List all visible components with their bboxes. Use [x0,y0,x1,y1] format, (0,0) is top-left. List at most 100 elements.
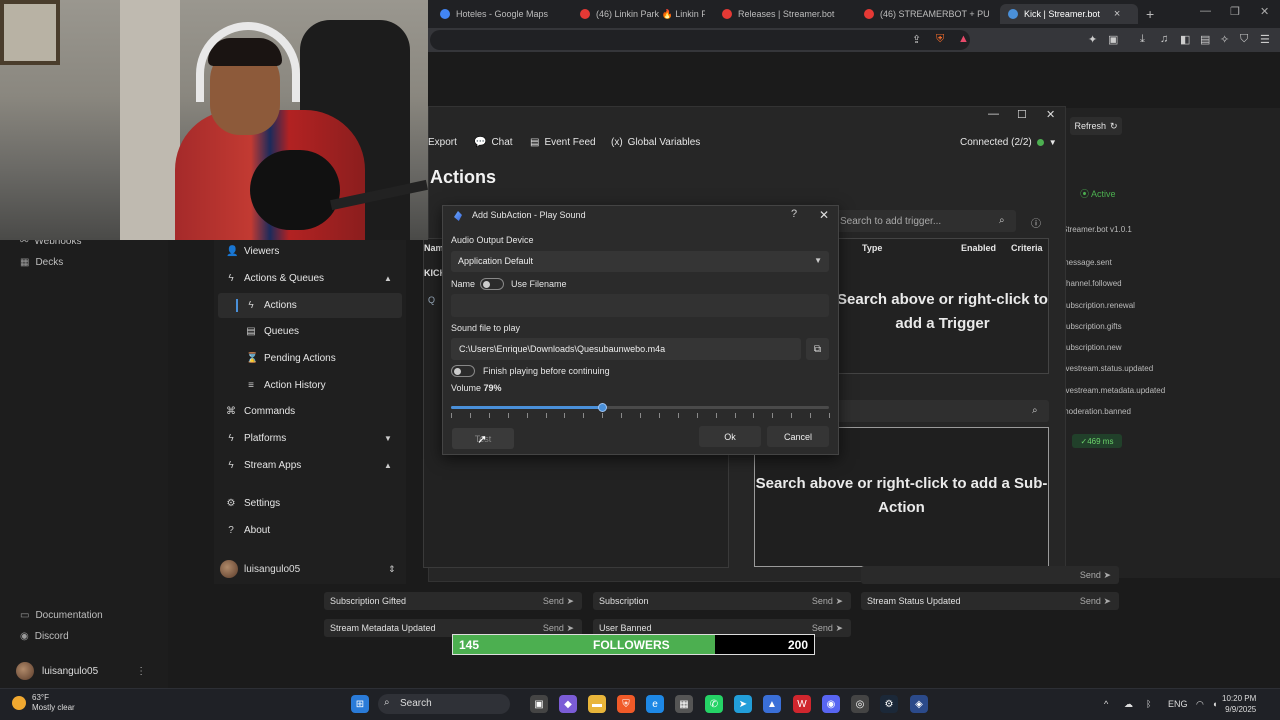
tray-icon[interactable]: ☁ [1124,699,1133,710]
sidebar-item-actions-queues[interactable]: ϟ Actions & Queues [226,273,324,284]
export-button[interactable]: Export [428,137,457,148]
close-tab-icon[interactable]: × [1114,8,1120,20]
sidebar-item-about[interactable]: ? About [226,525,270,536]
use-filename-toggle[interactable] [480,278,504,290]
send-row-subscription-gifted[interactable]: Subscription Gifted Send ➤ [324,592,582,610]
send-button[interactable]: Send ➤ [543,596,574,607]
app-icon[interactable]: ▲ [763,695,781,713]
window-minimize-icon[interactable]: — [988,108,999,120]
dialog-close-icon[interactable]: ✕ [819,208,829,222]
send-button[interactable]: Send ➤ [1080,570,1111,581]
finish-playing-toggle[interactable] [451,365,475,377]
left-user[interactable]: luisangulo05 ⋮ [16,662,146,680]
clock[interactable]: 10:20 PM 9/9/2025 [1222,693,1256,715]
expand-icon[interactable]: ⇕ [388,564,396,575]
copilot-icon[interactable]: ◆ [559,695,577,713]
new-tab-button[interactable]: + [1146,6,1154,22]
tab-kick-streamerbot[interactable]: Kick | Streamer.bot × [1000,4,1138,24]
left-item-documentation[interactable]: ▭ Documentation [20,610,103,621]
refresh-button[interactable]: Refresh ↻ [1070,117,1122,135]
windows-start-icon[interactable]: ⊞ [351,695,369,713]
sidebar-icon[interactable]: ◧ [1180,33,1190,46]
sidebar-item-viewers[interactable]: 👤 Viewers [226,246,279,257]
url-field[interactable] [430,30,970,50]
chat-button[interactable]: 💬 Chat [474,137,513,148]
sidebar-item-stream-apps[interactable]: ϟ Stream Apps [226,460,301,471]
sound-file-input[interactable]: C:\Users\Enrique\Downloads\Quesubaunwebo… [451,338,801,360]
language-indicator[interactable]: ENG [1168,699,1188,709]
global-variables-button[interactable]: (x) Global Variables [611,137,700,148]
task-view-icon[interactable]: ▣ [530,695,548,713]
window-close-icon[interactable]: ✕ [1046,108,1055,121]
left-item-discord[interactable]: ◉ Discord [20,631,69,642]
chevron-up-icon[interactable]: ▲ [384,274,392,283]
window-maximize-icon[interactable]: ☐ [1017,108,1027,121]
streamerbot-icon[interactable]: ◈ [910,695,928,713]
send-button[interactable]: Send ➤ [543,623,574,634]
menu-icon[interactable]: ☰ [1260,33,1270,46]
actions-row[interactable]: Q [428,295,435,305]
sidebar-item-settings[interactable]: ⚙ Settings [226,498,281,509]
subaction-search-input[interactable] [836,400,1049,422]
bluetooth-icon[interactable]: ᛒ [1146,699,1151,709]
chevron-up-icon[interactable]: ▲ [384,461,392,470]
edge-icon[interactable]: e [646,695,664,713]
weather-widget[interactable]: 63°F Mostly clear [12,693,75,713]
chevron-up-icon[interactable]: ^ [1104,699,1108,709]
send-button[interactable]: Send ➤ [812,623,843,634]
whatsapp-icon[interactable]: ✆ [705,695,723,713]
minimize-icon[interactable]: — [1200,5,1211,17]
browse-file-icon[interactable]: ⧉ [806,338,829,360]
sidebar-item-platforms[interactable]: ϟ Platforms [226,433,286,444]
sidebar-item-actions[interactable]: ϟ Actions [246,300,296,311]
more-icon[interactable]: ⋮ [136,666,146,677]
share-icon[interactable]: ⇪ [912,33,921,46]
cancel-button[interactable]: Cancel [767,426,829,447]
chevron-down-icon[interactable]: ▼ [384,434,392,443]
connection-status[interactable]: Connected (2/2) ▼ [960,137,1057,148]
wallet-icon[interactable]: ▤ [1200,33,1210,46]
volume-slider[interactable] [451,403,829,412]
volume-icon[interactable]: ◖ [1212,699,1217,709]
screenshot-icon[interactable]: ▣ [1108,33,1118,46]
left-item-decks[interactable]: ▦ Decks [20,257,63,268]
help-icon[interactable]: ? [791,208,797,220]
taskbar-search[interactable]: ⌕ Search [378,694,510,714]
file-explorer-icon[interactable]: ▬ [588,695,606,713]
rewards-icon[interactable]: ▲ [958,33,969,45]
sidebar-user[interactable]: luisangulo05 ⇕ [220,560,396,578]
sidebar-item-pending-actions[interactable]: ⌛ Pending Actions [246,353,336,364]
telegram-icon[interactable]: ➤ [734,695,752,713]
event-feed-button[interactable]: ▤ Event Feed [530,137,596,148]
discord-icon[interactable]: ◉ [822,695,840,713]
leo-icon[interactable]: ✧ [1220,33,1229,46]
vpn-icon[interactable]: ⛉ [1240,33,1248,46]
search-icon[interactable]: ⌕ [1032,405,1038,416]
tab-google-maps[interactable]: Hoteles - Google Maps [440,4,560,24]
info-icon[interactable]: ⓘ [1031,215,1041,230]
store-icon[interactable]: ▦ [675,695,693,713]
sidebar-item-commands[interactable]: ⌘ Commands [226,406,295,417]
obs-icon[interactable]: ◎ [851,695,869,713]
send-button[interactable]: Send ➤ [1080,596,1111,607]
tab-streamerbot-punto[interactable]: (46) STREAMERBOT + PUNTO [864,4,989,24]
sidebar-item-action-history[interactable]: ≡ Action History [246,380,326,391]
close-icon[interactable]: ✕ [1260,5,1269,18]
trigger-search-input[interactable]: Search to add trigger... [836,210,1016,232]
music-icon[interactable]: ♫ [1160,33,1168,45]
send-row[interactable]: Send ➤ [861,566,1119,584]
maximize-icon[interactable]: ❐ [1230,5,1240,18]
tab-releases[interactable]: Releases | Streamer.bot [722,4,847,24]
name-input[interactable] [451,294,829,317]
steam-icon[interactable]: ⚙ [880,695,898,713]
wifi-icon[interactable]: ◠ [1196,699,1204,710]
audio-device-select[interactable]: Application Default ▼ [451,251,829,272]
search-icon[interactable]: ⌕ [999,215,1005,226]
ok-button[interactable]: Ok [699,426,761,447]
brave-icon[interactable]: ⛨ [617,695,635,713]
office-icon[interactable]: W [793,695,811,713]
tab-linkin-park[interactable]: (46) Linkin Park 🔥 Linkin Park [580,4,705,24]
send-row-subscription[interactable]: Subscription Send ➤ [593,592,851,610]
brave-shield-icon[interactable]: ⛨ [936,33,944,46]
extensions-icon[interactable]: ✦ [1088,33,1097,46]
